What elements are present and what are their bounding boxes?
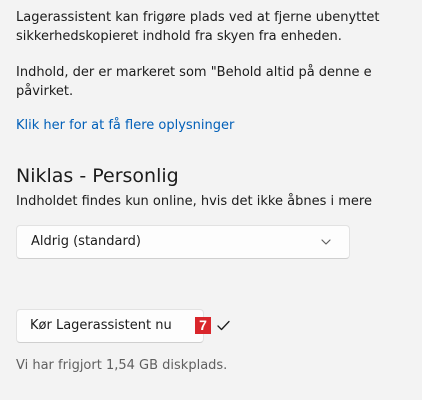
intro-paragraph: Lagerassistent kan frigøre plads ved at … [16, 8, 422, 46]
intro-line-1: Lagerassistent kan frigøre plads ved at … [16, 10, 380, 25]
chevron-down-icon [321, 239, 331, 245]
note-line-2: påvirket. [16, 84, 74, 99]
number-badge: 7 [195, 317, 211, 334]
run-storage-sense-button[interactable]: Kør Lagerassistent nu [16, 309, 204, 343]
freed-space-status: Vi har frigjort 1,54 GB diskplads. [16, 358, 228, 373]
run-button-label: Kør Lagerassistent nu [30, 318, 172, 333]
account-section-description: Indholdet findes kun online, hvis det ik… [16, 194, 372, 209]
dropdown-selected-value: Aldrig (standard) [31, 234, 141, 249]
note-line-1: Indhold, der er markeret som "Behold alt… [16, 65, 372, 80]
note-paragraph: Indhold, der er markeret som "Behold alt… [16, 63, 422, 101]
online-only-dropdown[interactable]: Aldrig (standard) [16, 225, 350, 259]
intro-line-2: sikkerhedskopieret indhold fra skyen fra… [16, 29, 342, 44]
checkmark-icon [217, 320, 230, 331]
account-section-title: Niklas - Personlig [16, 165, 179, 187]
more-info-link[interactable]: Klik her for at få flere oplysninger [16, 118, 234, 133]
